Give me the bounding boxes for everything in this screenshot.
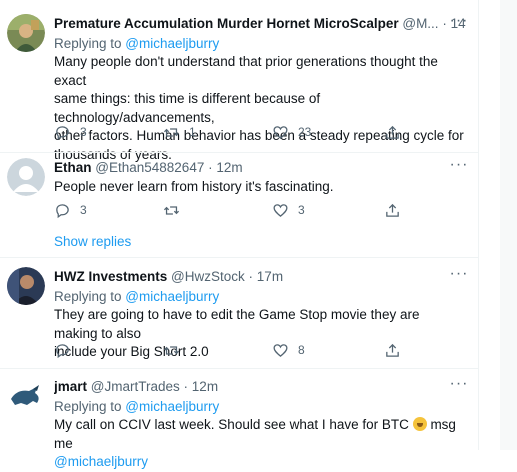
like-icon <box>273 203 288 217</box>
user-handle[interactable]: @Ethan54882647 <box>95 160 204 175</box>
replying-to-link[interactable]: @michaeljburry <box>125 36 219 51</box>
tweet-text-before-emoji: My call on CCIV last week. Should see wh… <box>54 417 409 432</box>
timestamp[interactable]: 12m <box>192 379 218 394</box>
tweet-actions: 3 1 23 <box>54 122 414 142</box>
display-name[interactable]: Ethan <box>54 160 92 175</box>
reply-icon <box>56 203 69 218</box>
replying-to: Replying to @michaeljburry <box>54 34 466 53</box>
timestamp[interactable]: 12m <box>216 160 242 175</box>
share-button[interactable] <box>384 340 401 360</box>
tweet-header: jmart @JmartTrades · 12m <box>54 377 466 397</box>
replying-prefix: Replying to <box>54 399 126 414</box>
tweet[interactable]: Ethan @Ethan54882647 · 12m People never … <box>0 153 478 257</box>
retweet-count: 1 <box>189 125 196 139</box>
display-name[interactable]: HWZ Investments <box>54 269 167 284</box>
retweet-icon <box>163 345 180 355</box>
reply-icon <box>56 343 69 358</box>
tweet-text: Many people don't understand that prior … <box>54 53 466 164</box>
tweet[interactable]: HWZ Investments @HwzStock · 17m Replying… <box>0 258 478 368</box>
replying-to-link[interactable]: @michaeljburry <box>125 289 219 304</box>
reply-button[interactable] <box>54 340 80 360</box>
reply-button[interactable]: 3 <box>54 122 87 142</box>
like-button[interactable]: 8 <box>272 340 305 360</box>
user-handle[interactable]: @M... <box>402 16 438 31</box>
avatar[interactable] <box>7 14 45 52</box>
more-options-icon[interactable]: ··· <box>448 13 470 34</box>
avatar[interactable] <box>7 158 45 196</box>
more-options-icon[interactable]: ··· <box>448 266 470 287</box>
tweet[interactable]: Premature Accumulation Murder Hornet Mic… <box>0 0 478 162</box>
share-icon <box>386 203 399 217</box>
like-icon <box>273 125 288 139</box>
reply-icon <box>56 125 69 140</box>
retweet-icon <box>163 127 180 137</box>
tweet-text-line: My call on CCIV last week. Should see wh… <box>54 416 466 453</box>
replying-to-link[interactable]: @michaeljburry <box>125 399 219 414</box>
replying-prefix: Replying to <box>54 289 126 304</box>
more-options-icon[interactable]: ··· <box>448 157 470 178</box>
tweet-text: People never learn from history it's fas… <box>54 178 466 197</box>
hushed-face-emoji-icon <box>412 417 427 431</box>
avatar[interactable] <box>7 377 45 415</box>
column-border <box>478 0 479 450</box>
retweet-button[interactable] <box>163 200 189 220</box>
tweet-text: My call on CCIV last week. Should see wh… <box>54 416 466 472</box>
tweet-header: HWZ Investments @HwzStock · 17m <box>54 267 466 287</box>
tweet[interactable]: jmart @JmartTrades · 12m Replying to @mi… <box>0 369 478 469</box>
share-button[interactable] <box>384 122 401 142</box>
replying-to: Replying to @michaeljburry <box>54 397 466 416</box>
like-count: 23 <box>298 125 312 139</box>
tweet-text-line: Many people don't understand that prior … <box>54 54 438 88</box>
replying-prefix: Replying to <box>54 36 126 51</box>
avatar[interactable] <box>7 267 45 305</box>
reply-feed: Premature Accumulation Murder Hornet Mic… <box>0 0 478 469</box>
tweet-header: Ethan @Ethan54882647 · 12m <box>54 158 466 178</box>
more-options-icon[interactable]: ··· <box>448 376 470 397</box>
like-icon <box>273 343 288 357</box>
tweet-actions: 3 3 <box>54 200 414 220</box>
like-button[interactable]: 23 <box>272 122 311 142</box>
mention-link[interactable]: @michaeljburry <box>54 453 466 472</box>
retweet-icon <box>163 205 180 215</box>
user-handle[interactable]: @JmartTrades <box>91 379 180 394</box>
share-button[interactable] <box>384 200 401 220</box>
display-name[interactable]: jmart <box>54 379 87 394</box>
tweet-text-line: They are going to have to edit the Game … <box>54 307 420 341</box>
replying-to: Replying to @michaeljburry <box>54 287 466 306</box>
reply-count: 3 <box>80 125 87 139</box>
share-icon <box>386 125 399 139</box>
separator-dot: · <box>248 269 254 284</box>
separator-dot: · <box>442 16 447 31</box>
reply-button[interactable]: 3 <box>54 200 87 220</box>
separator-dot: · <box>183 379 189 394</box>
sidebar-panel <box>500 0 517 450</box>
retweet-button[interactable] <box>163 340 189 360</box>
display-name[interactable]: Premature Accumulation Murder Hornet Mic… <box>54 16 399 31</box>
share-icon <box>386 343 399 357</box>
tweet-header: Premature Accumulation Murder Hornet Mic… <box>54 14 466 34</box>
tweet-actions: 8 <box>54 340 414 360</box>
separator-dot: · <box>208 160 213 175</box>
reply-count: 3 <box>80 203 87 217</box>
like-count: 3 <box>298 203 305 217</box>
like-count: 8 <box>298 343 305 357</box>
tweet-text-line: People never learn from history it's fas… <box>54 179 334 194</box>
retweet-button[interactable]: 1 <box>163 122 196 142</box>
like-button[interactable]: 3 <box>272 200 305 220</box>
show-replies-link[interactable]: Show replies <box>54 234 131 249</box>
timestamp[interactable]: 17m <box>257 269 283 284</box>
user-handle[interactable]: @HwzStock <box>171 269 245 284</box>
